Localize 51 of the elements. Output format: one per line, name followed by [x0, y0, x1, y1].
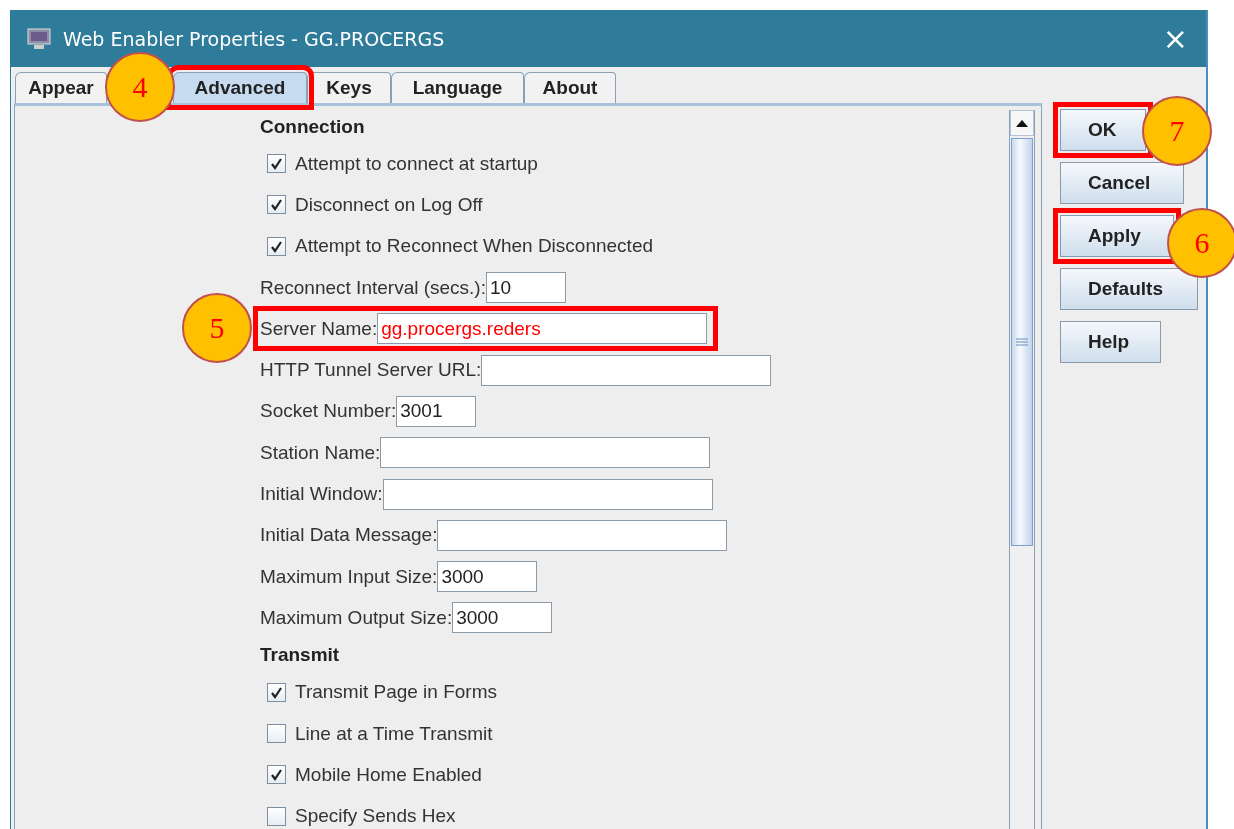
tab[interactable]: Appear [15, 72, 107, 103]
checkbox[interactable] [267, 195, 286, 215]
checkbox[interactable] [267, 724, 286, 743]
field-label: HTTP Tunnel Server URL: [260, 359, 482, 382]
checkbox[interactable] [267, 154, 286, 174]
section-heading: Transmit [260, 644, 340, 667]
input-field[interactable]: 10 [486, 272, 566, 304]
field-label: Maximum Input Size: [260, 565, 438, 588]
field-label: Initial Window: [260, 483, 383, 505]
input-field[interactable]: gg.procergs.reders [377, 313, 708, 345]
input-field[interactable] [380, 437, 711, 469]
input-field[interactable] [481, 354, 772, 386]
checkbox[interactable] [267, 765, 286, 785]
checkbox-label: Attempt to Reconnect When Disconnected [295, 235, 654, 258]
checkbox-label: Line at a Time Transmit [295, 722, 493, 745]
checkbox-label: Mobile Home Enabled [295, 763, 482, 786]
dialog-button[interactable]: OK [1060, 109, 1146, 151]
grip-icon [1016, 338, 1028, 346]
checkbox[interactable] [267, 806, 286, 826]
input-field[interactable] [382, 478, 713, 510]
checkbox[interactable] [267, 236, 286, 256]
tab[interactable]: About [524, 72, 616, 103]
checkbox-label: Disconnect on Log Off [295, 193, 483, 216]
tab[interactable]: Keys [307, 72, 391, 103]
scroll-thumb[interactable] [1011, 138, 1033, 546]
dialog-button[interactable]: Defaults [1060, 268, 1198, 310]
scrollbar[interactable] [1009, 110, 1035, 829]
checkbox-label: Attempt to connect at startup [295, 152, 538, 175]
dialog-button[interactable]: Cancel [1060, 162, 1184, 204]
input-field[interactable]: 3001 [396, 395, 477, 427]
input-field[interactable]: 3000 [437, 561, 538, 593]
field-label: Reconnect Interval (secs.): [260, 276, 486, 299]
field-label: Station Name: [260, 441, 381, 464]
up-arrow-icon [1016, 119, 1028, 127]
checkbox-label: Transmit Page in Forms [295, 681, 497, 704]
field-label: Server Name: [260, 317, 378, 340]
field-label: Initial Data Message: [260, 524, 438, 547]
dialog-button[interactable]: Apply [1060, 215, 1174, 257]
input-field[interactable]: 3000 [452, 602, 553, 634]
input-field[interactable] [437, 519, 728, 551]
scroll-up-button[interactable] [1010, 110, 1034, 136]
field-label: Maximum Output Size: [260, 606, 453, 629]
close-button[interactable]: × [1158, 23, 1192, 54]
monitor-icon [27, 27, 51, 50]
dialog-button[interactable]: Help [1060, 321, 1161, 363]
tab[interactable]: Language [391, 72, 524, 103]
checkbox[interactable] [267, 682, 286, 702]
field-label: Socket Number: [260, 400, 397, 423]
section-heading: Connection [260, 115, 365, 138]
checkbox-label: Specify Sends Hex [295, 805, 456, 828]
window-title: Web Enabler Properties - GG.PROCERGS [63, 27, 446, 50]
